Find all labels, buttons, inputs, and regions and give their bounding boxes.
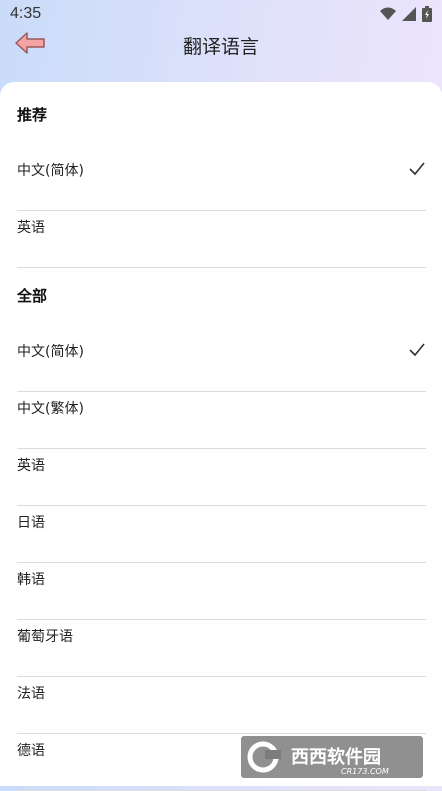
check-icon [409, 343, 425, 357]
status-icons [380, 6, 432, 22]
language-row[interactable]: 韩语 [17, 563, 426, 620]
language-label: 中文(简体) [17, 344, 84, 360]
language-row[interactable]: 葡萄牙语 [17, 620, 426, 677]
language-row[interactable]: 日语 [17, 506, 426, 563]
wifi-icon [380, 7, 396, 20]
language-label: 葡萄牙语 [17, 629, 73, 645]
header: 翻译语言 [0, 30, 442, 80]
language-label: 中文(简体) [17, 163, 84, 179]
language-row[interactable]: 英语 [17, 211, 426, 268]
language-label: 英语 [17, 458, 45, 474]
language-label: 韩语 [17, 572, 45, 588]
language-label: 英语 [17, 220, 45, 236]
status-time: 4:35 [10, 5, 42, 22]
language-row[interactable]: 中文(简体) [17, 335, 426, 392]
page-title: 翻译语言 [182, 36, 259, 58]
language-sheet: 推荐 中文(简体) 英语 全部 中文(简体) 中文(繁体) 英语 日语 韩语 葡… [0, 82, 442, 791]
language-label: 法语 [17, 686, 45, 702]
watermark-domain: CR173.COM [341, 767, 389, 776]
section-title-recommended: 推荐 [17, 106, 48, 124]
language-row[interactable]: 中文(繁体) [17, 392, 426, 449]
signal-icon [402, 7, 416, 21]
language-row[interactable]: 英语 [17, 449, 426, 506]
language-label: 德语 [17, 743, 45, 759]
divider [17, 267, 426, 268]
language-label: 日语 [17, 515, 45, 531]
battery-icon [422, 6, 432, 22]
watermark-logo: 西西软件园 CR173.COM [241, 736, 423, 778]
language-row[interactable]: 法语 [17, 677, 426, 734]
language-label: 中文(繁体) [17, 401, 84, 417]
status-bar: 4:35 [0, 0, 442, 30]
watermark-brand: 西西软件园 [291, 746, 381, 768]
section-title-all: 全部 [17, 287, 48, 305]
check-icon [409, 162, 425, 176]
language-row[interactable]: 中文(简体) [17, 154, 426, 211]
